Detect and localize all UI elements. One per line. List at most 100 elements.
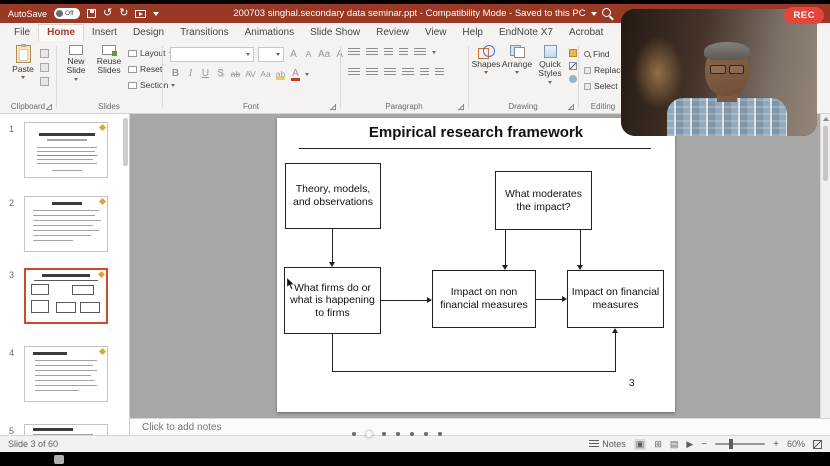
select-button[interactable]: Select <box>584 81 625 91</box>
underline-icon[interactable]: U <box>200 68 211 80</box>
thumbnail-slide-5[interactable] <box>24 424 108 435</box>
text-highlight-icon[interactable]: ab <box>275 69 286 79</box>
thumbnail-slide-3-selected[interactable] <box>24 268 108 324</box>
italic-icon[interactable]: I <box>185 68 196 80</box>
replace-button[interactable]: Replace <box>584 65 625 75</box>
change-case-2-icon[interactable]: Aa <box>260 69 271 79</box>
paragraph-dialog-launcher-icon[interactable] <box>458 104 464 110</box>
title-dropdown-icon[interactable] <box>591 12 597 16</box>
cut-icon[interactable] <box>40 49 49 58</box>
dot <box>410 432 414 436</box>
qat-customize-icon[interactable] <box>153 12 159 16</box>
paste-button[interactable]: Paste <box>8 45 38 79</box>
save-icon[interactable] <box>87 9 96 18</box>
change-case-icon[interactable]: Aa <box>318 49 330 61</box>
thumbnail-scrollbar[interactable] <box>123 118 128 166</box>
shapes-button[interactable]: Shapes <box>471 45 501 74</box>
thumbnail-slide-1[interactable] <box>24 122 108 178</box>
notes-toggle-button[interactable]: Notes <box>589 439 626 449</box>
font-name-dropdown-icon <box>246 53 250 56</box>
shrink-font-icon[interactable]: A <box>303 49 314 59</box>
shape-effects-icon[interactable] <box>569 75 577 83</box>
undo-icon[interactable]: ↺ <box>103 8 112 19</box>
tab-acrobat[interactable]: Acrobat <box>561 25 611 41</box>
thumbnail-slide-4[interactable] <box>24 346 108 402</box>
zoom-out-button[interactable]: − <box>701 439 707 450</box>
indent-decrease-icon[interactable] <box>384 48 393 57</box>
tab-design[interactable]: Design <box>125 25 172 41</box>
tab-transitions[interactable]: Transitions <box>172 25 237 41</box>
justify-icon[interactable] <box>402 68 414 77</box>
zoom-in-button[interactable]: + <box>773 439 779 450</box>
box-theory-models[interactable]: Theory, models, and observations <box>285 163 381 229</box>
indent-increase-icon[interactable] <box>399 48 408 57</box>
find-button[interactable]: Find <box>584 49 610 59</box>
font-name-combobox[interactable] <box>170 47 254 62</box>
quick-styles-icon <box>544 45 557 58</box>
columns-icon[interactable] <box>420 68 429 77</box>
copy-icon[interactable] <box>40 63 49 72</box>
tab-animations[interactable]: Animations <box>237 25 302 41</box>
autosave-state: Off <box>65 10 74 17</box>
font-color-icon[interactable]: A <box>290 68 301 80</box>
reuse-slides-button[interactable]: Reuse Slides <box>93 45 125 76</box>
clipboard-dialog-launcher-icon[interactable] <box>46 104 52 110</box>
bullets-icon[interactable] <box>348 48 360 57</box>
font-dialog-launcher-icon[interactable] <box>330 104 336 110</box>
text-shadow-icon[interactable]: S <box>215 68 226 80</box>
tab-home[interactable]: Home <box>38 24 84 41</box>
box-nonfinancial-measures[interactable]: Impact on non financial measures <box>432 270 536 328</box>
paragraph-dropdown-icon[interactable] <box>432 51 436 54</box>
align-right-icon[interactable] <box>384 68 396 77</box>
format-painter-icon[interactable] <box>40 77 49 86</box>
smartart-convert-icon[interactable] <box>435 68 444 77</box>
bold-icon[interactable]: B <box>170 68 181 80</box>
redo-icon[interactable]: ↻ <box>119 8 128 19</box>
webcam-video-overlay[interactable] <box>621 9 817 136</box>
strikethrough-icon[interactable]: ab <box>230 69 241 79</box>
autosave-toggle[interactable]: Off <box>54 8 80 19</box>
slide-editing-area[interactable]: Empirical research framework Theory, mod… <box>277 118 675 412</box>
tab-endnote[interactable]: EndNote X7 <box>491 25 561 41</box>
slideshow-view-icon[interactable]: ▶ <box>686 440 693 449</box>
arrange-button[interactable]: Arrange <box>502 45 532 74</box>
quick-styles-button[interactable]: Quick Styles <box>533 45 567 84</box>
align-center-icon[interactable] <box>366 68 378 77</box>
zoom-slider[interactable] <box>715 443 765 445</box>
start-presentation-icon[interactable] <box>135 10 146 18</box>
font-size-combobox[interactable] <box>258 47 284 62</box>
taskbar-app-icon[interactable] <box>54 455 64 464</box>
slide-sorter-view-icon[interactable]: ⊞ <box>654 440 662 449</box>
reset-button[interactable]: Reset <box>128 64 162 74</box>
search-icon[interactable] <box>602 8 611 17</box>
align-left-icon[interactable] <box>348 68 360 77</box>
tab-file[interactable]: File <box>6 25 38 41</box>
shape-fill-icon[interactable] <box>569 49 577 57</box>
tab-insert[interactable]: Insert <box>84 25 125 41</box>
tab-slide-show[interactable]: Slide Show <box>302 25 368 41</box>
drawing-dialog-launcher-icon[interactable] <box>568 104 574 110</box>
notes-pane[interactable]: Click to add notes <box>130 418 830 435</box>
character-spacing-icon[interactable]: AV <box>245 69 256 79</box>
tab-help[interactable]: Help <box>454 25 491 41</box>
normal-view-icon[interactable]: ▣ <box>634 439 647 450</box>
box-what-firms-do[interactable]: What firms do or what is happening to fi… <box>284 267 381 334</box>
numbering-icon[interactable] <box>366 48 378 57</box>
font-color-dropdown-icon[interactable] <box>305 73 309 76</box>
tab-review[interactable]: Review <box>368 25 417 41</box>
reading-view-icon[interactable]: ▤ <box>670 440 679 449</box>
slide-title[interactable]: Empirical research framework <box>277 124 675 141</box>
box-what-moderates[interactable]: What moderates the impact? <box>495 171 592 230</box>
shape-outline-icon[interactable] <box>569 62 577 70</box>
canvas-scrollbar[interactable] <box>820 114 830 418</box>
tab-view[interactable]: View <box>417 25 455 41</box>
scrollbar-thumb[interactable] <box>823 126 828 181</box>
thumbnail-slide-2[interactable] <box>24 196 108 252</box>
box-financial-measures[interactable]: Impact on financial measures <box>567 270 664 328</box>
new-slide-button[interactable]: New Slide <box>61 45 91 81</box>
line-spacing-icon[interactable] <box>414 48 426 57</box>
fit-slide-to-window-icon[interactable] <box>813 440 822 449</box>
zoom-slider-knob[interactable] <box>729 439 733 449</box>
scroll-up-icon[interactable] <box>823 117 829 121</box>
grow-font-icon[interactable]: A <box>288 49 299 61</box>
